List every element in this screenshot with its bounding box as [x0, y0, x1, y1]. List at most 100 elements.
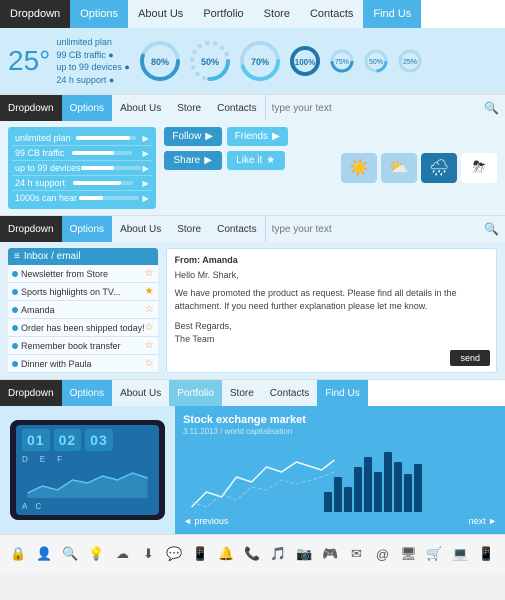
mobile-icon[interactable]: 📱	[190, 543, 212, 565]
section4: Dropdown Options About Us Portfolio Stor…	[0, 380, 505, 535]
bulb-icon[interactable]: 💡	[86, 543, 108, 565]
nav-aboutus-1[interactable]: About Us	[128, 0, 193, 28]
star-6[interactable]: ☆	[145, 358, 154, 369]
user-icon[interactable]: 👤	[34, 543, 56, 565]
nav3-options[interactable]: Options	[62, 216, 112, 242]
nav3-aboutus[interactable]: About Us	[112, 216, 169, 242]
previous-button[interactable]: ◄ previous	[183, 516, 228, 526]
stock-chart-area	[183, 442, 497, 512]
inbox-item-1[interactable]: Newsletter from Store ☆	[8, 265, 158, 283]
inbox-item-4[interactable]: Order has been shipped today! ☆	[8, 319, 158, 337]
star-2[interactable]: ★	[145, 286, 154, 297]
circles-row: 80% 50% 70%	[138, 39, 497, 83]
list-text-2: 99 CB traffic	[15, 148, 64, 158]
search-icon-3[interactable]: 🔍	[484, 222, 499, 236]
camera-icon[interactable]: 📷	[294, 543, 316, 565]
cloud-icon[interactable]: ☁	[112, 543, 134, 565]
label-d: D	[22, 455, 28, 464]
cart-icon[interactable]: 🛒	[424, 543, 446, 565]
nav4-portfolio[interactable]: Portfolio	[169, 380, 222, 406]
nav-options-1[interactable]: Options	[70, 0, 128, 28]
icons-bar: 🔒 👤 🔍 💡 ☁ ⬇ 💬 📱 🔔 📞 🎵 📷 🎮 ✉ @ 🖥 🛒 💻 📱	[0, 535, 505, 573]
likeit-label: Like it	[236, 155, 262, 166]
likeit-button[interactable]: Like it ★	[227, 151, 285, 170]
monitor-icon[interactable]: 🖥	[398, 543, 420, 565]
nav-dropdown-1[interactable]: Dropdown	[0, 0, 70, 28]
search-icon[interactable]: 🔍	[60, 543, 82, 565]
bar-6	[374, 472, 382, 512]
nav3-dropdown[interactable]: Dropdown	[0, 216, 62, 242]
list-arrow-3: ▶	[143, 164, 149, 173]
stock-title: Stock exchange market	[183, 414, 497, 426]
star-1[interactable]: ☆	[145, 268, 154, 279]
star-4[interactable]: ☆	[145, 322, 154, 333]
share-label: Share	[174, 155, 201, 166]
nav2-dropdown[interactable]: Dropdown	[0, 95, 62, 121]
inbox-panel: ≡ Inbox / email Newsletter from Store ☆ …	[8, 248, 158, 373]
inbox-item-2[interactable]: Sports highlights on TV... ★	[8, 283, 158, 301]
phone-icon[interactable]: 📞	[242, 543, 264, 565]
navbar-2: Dropdown Options About Us Store Contacts…	[0, 95, 505, 121]
nav-portfolio-1[interactable]: Portfolio	[193, 0, 253, 28]
search-icon-2[interactable]: 🔍	[484, 101, 499, 115]
nav2-options[interactable]: Options	[62, 95, 112, 121]
star-5[interactable]: ☆	[145, 340, 154, 351]
inbox-item-5[interactable]: Remember book transfer ☆	[8, 337, 158, 355]
bar-8	[394, 462, 402, 512]
weather-cloud-icon: ⛅	[381, 153, 417, 183]
friends-button[interactable]: Friends ▶	[227, 127, 288, 146]
nav4-dropdown[interactable]: Dropdown	[0, 380, 62, 406]
bell-icon[interactable]: 🔔	[216, 543, 238, 565]
nav2-aboutus[interactable]: About Us	[112, 95, 169, 121]
nav-store-1[interactable]: Store	[254, 0, 300, 28]
at-icon[interactable]: @	[372, 543, 394, 565]
label-e: E	[40, 455, 45, 464]
section1: Dropdown Options About Us Portfolio Stor…	[0, 0, 505, 95]
next-button[interactable]: next ►	[469, 516, 497, 526]
nav3-contacts[interactable]: Contacts	[209, 216, 264, 242]
inbox-text-5: Remember book transfer	[21, 341, 145, 351]
music-icon[interactable]: 🎵	[268, 543, 290, 565]
temp-details: unlimited plan 99 CB traffic ● up to 99 …	[56, 36, 129, 86]
inbox-header: ≡ Inbox / email	[8, 248, 158, 265]
nav4-store[interactable]: Store	[222, 380, 262, 406]
navbar-1: Dropdown Options About Us Portfolio Stor…	[0, 0, 505, 28]
laptop-icon[interactable]: 💻	[450, 543, 472, 565]
inbox-item-6[interactable]: Dinner with Paula ☆	[8, 355, 158, 373]
search-input-3[interactable]	[272, 224, 484, 235]
search-input-2[interactable]	[272, 103, 484, 114]
send-button[interactable]: send	[450, 350, 490, 366]
nav4-findus[interactable]: Find Us	[317, 380, 367, 406]
follow-icon: ▶	[205, 131, 213, 142]
nav-findus-1[interactable]: Find Us	[363, 0, 421, 28]
nav2-search[interactable]: 🔍	[265, 95, 505, 121]
share-button[interactable]: Share ▶	[164, 151, 222, 170]
email-body-text: We have promoted the product as request.…	[175, 287, 488, 314]
nav4-aboutus[interactable]: About Us	[112, 380, 169, 406]
circle-70: 70%	[238, 39, 282, 83]
follow-button[interactable]: Follow ▶	[164, 127, 222, 146]
star-3[interactable]: ☆	[145, 304, 154, 315]
temperature-value: 25°	[8, 45, 50, 77]
nav4-options[interactable]: Options	[62, 380, 112, 406]
inbox-item-3[interactable]: Amanda ☆	[8, 301, 158, 319]
nav3-store[interactable]: Store	[169, 216, 209, 242]
nav2-contacts[interactable]: Contacts	[209, 95, 264, 121]
circle-50: 50%	[188, 39, 232, 83]
nav3-search[interactable]: 🔍	[265, 216, 505, 242]
chat-icon[interactable]: 💬	[164, 543, 186, 565]
nav-contacts-1[interactable]: Contacts	[300, 0, 363, 28]
email-icon[interactable]: ✉	[346, 543, 368, 565]
inbox-text-3: Amanda	[21, 305, 145, 315]
bar-2	[334, 477, 342, 512]
list-text-3: up to 99 devices	[15, 163, 81, 173]
download-icon[interactable]: ⬇	[138, 543, 160, 565]
svg-text:100%: 100%	[295, 58, 315, 67]
game-icon[interactable]: 🎮	[320, 543, 342, 565]
nav2-store[interactable]: Store	[169, 95, 209, 121]
email-greeting: Hello Mr. Shark,	[175, 269, 488, 283]
lock-icon[interactable]: 🔒	[8, 543, 30, 565]
nav4-contacts[interactable]: Contacts	[262, 380, 317, 406]
circle-75: 75%	[328, 47, 356, 75]
tablet-icon[interactable]: 📱	[476, 543, 498, 565]
